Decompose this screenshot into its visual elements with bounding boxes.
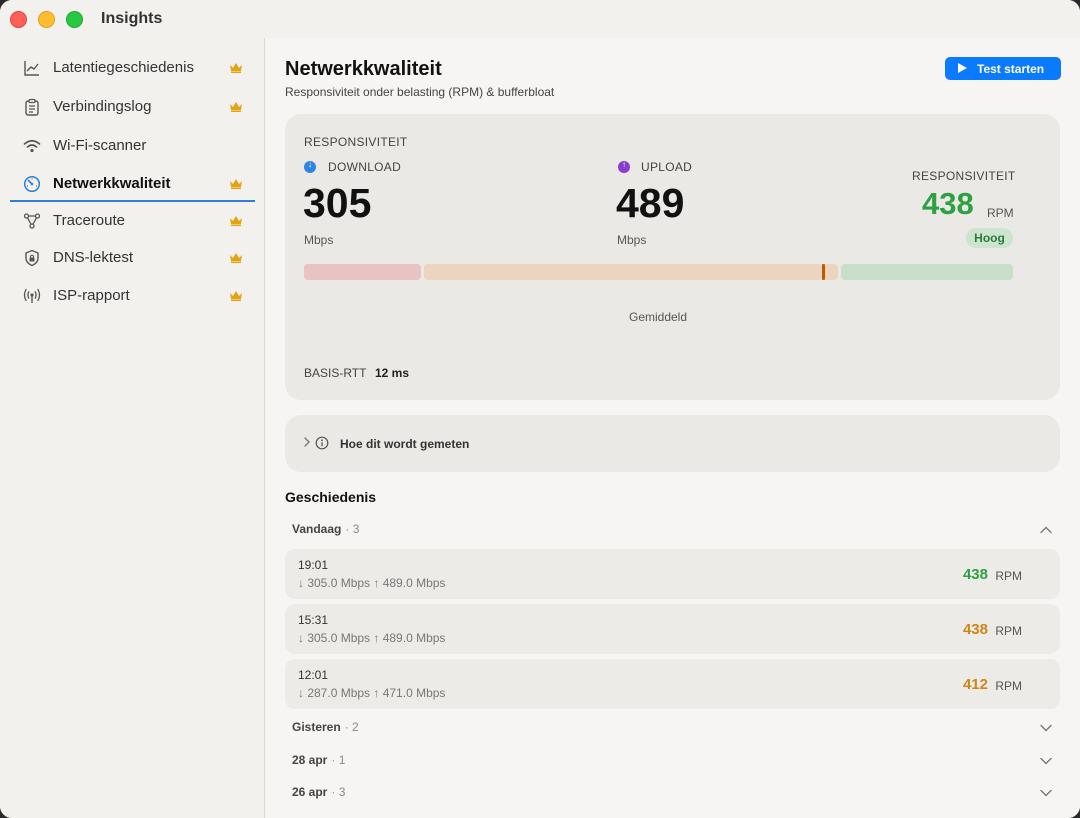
play-icon bbox=[958, 63, 967, 73]
chevron-down-icon[interactable] bbox=[1039, 788, 1053, 798]
download-label: DOWNLOAD bbox=[328, 160, 402, 174]
chart-line-icon bbox=[24, 61, 39, 76]
group-name: Gisteren bbox=[292, 720, 341, 734]
sidebar-item-isp-report[interactable]: ISP-rapport bbox=[10, 279, 255, 313]
gauge-icon bbox=[23, 175, 41, 193]
network-nodes-icon bbox=[23, 213, 41, 229]
upload-label: UPLOAD bbox=[641, 160, 693, 174]
how-measured-label: Hoe dit wordt gemeten bbox=[340, 437, 470, 451]
chevron-down-icon[interactable] bbox=[1039, 756, 1053, 766]
minimize-window-button[interactable] bbox=[38, 11, 55, 28]
sidebar-item-label: Verbindingslog bbox=[53, 98, 152, 115]
group-name: Vandaag bbox=[292, 522, 342, 536]
crown-icon bbox=[230, 253, 242, 263]
crown-icon bbox=[230, 179, 242, 189]
start-test-label: Test starten bbox=[977, 62, 1045, 76]
group-count: · 3 bbox=[331, 785, 346, 799]
wifi-icon bbox=[23, 139, 41, 153]
history-group-26-apr[interactable]: 26 apr · 3 bbox=[292, 785, 345, 799]
group-count: · 2 bbox=[344, 720, 359, 734]
crown-icon bbox=[230, 63, 242, 73]
sidebar-item-connection-log[interactable]: Verbindingslog bbox=[10, 90, 255, 124]
crown-icon bbox=[230, 216, 242, 226]
responsiveness-label: RESPONSIVITEIT bbox=[912, 169, 1016, 183]
scale-segment-low bbox=[304, 264, 421, 280]
history-row[interactable]: 19:01 ↓ 305.0 Mbps ↑ 489.0 Mbps 438 RPM bbox=[285, 549, 1060, 599]
row-speeds: ↓ 305.0 Mbps ↑ 489.0 Mbps bbox=[298, 576, 446, 590]
upload-unit: Mbps bbox=[617, 233, 647, 247]
row-speeds: ↓ 305.0 Mbps ↑ 489.0 Mbps bbox=[298, 631, 446, 645]
row-time: 15:31 bbox=[298, 613, 329, 627]
row-time: 19:01 bbox=[298, 558, 329, 572]
sidebar-item-wifi-scanner[interactable]: Wi-Fi-scanner bbox=[10, 129, 255, 163]
chevron-up-icon[interactable] bbox=[1039, 525, 1053, 535]
group-name: 26 apr bbox=[292, 785, 328, 799]
history-group-28-apr[interactable]: 28 apr · 1 bbox=[292, 753, 345, 767]
app-title: Insights bbox=[101, 10, 163, 27]
row-speeds: ↓ 287.0 Mbps ↑ 471.0 Mbps bbox=[298, 686, 446, 700]
download-arrow-icon: ↓ bbox=[304, 160, 316, 173]
page-title: Netwerkkwaliteit bbox=[285, 58, 442, 80]
sidebar-item-latency-history[interactable]: Latentiegeschiedenis bbox=[10, 51, 255, 85]
start-test-button[interactable]: Test starten bbox=[945, 57, 1061, 80]
row-rpm-unit: RPM bbox=[995, 569, 1022, 583]
crown-icon bbox=[230, 291, 242, 301]
download-unit: Mbps bbox=[304, 233, 334, 247]
history-group-today[interactable]: Vandaag · 3 bbox=[292, 522, 359, 536]
row-rpm-unit: RPM bbox=[995, 624, 1022, 638]
group-count: · 3 bbox=[345, 522, 360, 536]
title-bar: Insights bbox=[0, 0, 1080, 38]
row-rpm-value: 438 bbox=[962, 566, 988, 583]
row-time: 12:01 bbox=[298, 668, 329, 682]
sidebar-item-label: ISP-rapport bbox=[53, 287, 130, 304]
group-count: · 1 bbox=[331, 753, 346, 767]
clipboard-icon bbox=[25, 98, 39, 116]
shield-lock-icon bbox=[25, 249, 39, 267]
responsiveness-unit: RPM bbox=[987, 206, 1014, 220]
scale-segment-high bbox=[841, 264, 1013, 280]
upload-arrow-icon: ↑ bbox=[618, 160, 630, 173]
scale-label: Gemiddeld bbox=[628, 310, 688, 324]
sidebar-item-label: Netwerkkwaliteit bbox=[53, 175, 171, 192]
history-group-yesterday[interactable]: Gisteren · 2 bbox=[292, 720, 359, 734]
history-title: Geschiedenis bbox=[285, 489, 377, 505]
sidebar-item-label: Latentiegeschiedenis bbox=[53, 59, 194, 76]
crown-icon bbox=[230, 102, 242, 112]
history-row[interactable]: 15:31 ↓ 305.0 Mbps ↑ 489.0 Mbps 438 RPM bbox=[285, 604, 1060, 654]
responsiveness-badge: Hoog bbox=[966, 228, 1013, 248]
summary-card: RESPONSIVITEIT ↓ DOWNLOAD 305 Mbps ↑ UPL… bbox=[285, 114, 1060, 400]
sidebar-item-label: Traceroute bbox=[53, 212, 125, 229]
base-rtt-value: 12 ms bbox=[375, 366, 410, 380]
responsiveness-value: 438 bbox=[922, 186, 974, 221]
close-window-button[interactable] bbox=[10, 11, 27, 28]
sidebar-item-traceroute[interactable]: Traceroute bbox=[10, 204, 255, 238]
scale-marker bbox=[821, 264, 825, 280]
sidebar-item-network-quality[interactable]: Netwerkkwaliteit bbox=[10, 167, 255, 202]
chevron-right-icon bbox=[304, 437, 310, 447]
how-measured-disclosure[interactable]: Hoe dit wordt gemeten bbox=[285, 415, 1060, 472]
sidebar-item-label: Wi-Fi-scanner bbox=[53, 137, 147, 154]
row-rpm-value: 412 bbox=[962, 676, 988, 693]
antenna-icon bbox=[23, 288, 41, 303]
upload-value: 489 bbox=[616, 180, 685, 226]
sidebar: Latentiegeschiedenis Verbindingslog Wi-F… bbox=[0, 38, 265, 818]
main-content: Netwerkkwaliteit Responsiviteit onder be… bbox=[266, 38, 1080, 818]
summary-caption: RESPONSIVITEIT bbox=[304, 135, 408, 149]
download-value: 305 bbox=[303, 180, 372, 226]
info-icon bbox=[315, 436, 329, 450]
row-rpm-value: 438 bbox=[962, 621, 988, 638]
sidebar-item-dns-leak-test[interactable]: DNS-lektest bbox=[10, 241, 255, 275]
scale-segment-mid bbox=[424, 264, 838, 280]
page-subtitle: Responsiviteit onder belasting (RPM) & b… bbox=[285, 85, 555, 99]
app-window: Insights Latentiegeschiedenis Verbinding… bbox=[0, 0, 1080, 818]
chevron-down-icon[interactable] bbox=[1039, 723, 1053, 733]
sidebar-item-label: DNS-lektest bbox=[53, 249, 134, 266]
history-row[interactable]: 12:01 ↓ 287.0 Mbps ↑ 471.0 Mbps 412 RPM bbox=[285, 659, 1060, 709]
base-rtt-label: BASIS-RTT bbox=[304, 366, 367, 380]
group-name: 28 apr bbox=[292, 753, 328, 767]
maximize-window-button[interactable] bbox=[66, 11, 83, 28]
row-rpm-unit: RPM bbox=[995, 679, 1022, 693]
